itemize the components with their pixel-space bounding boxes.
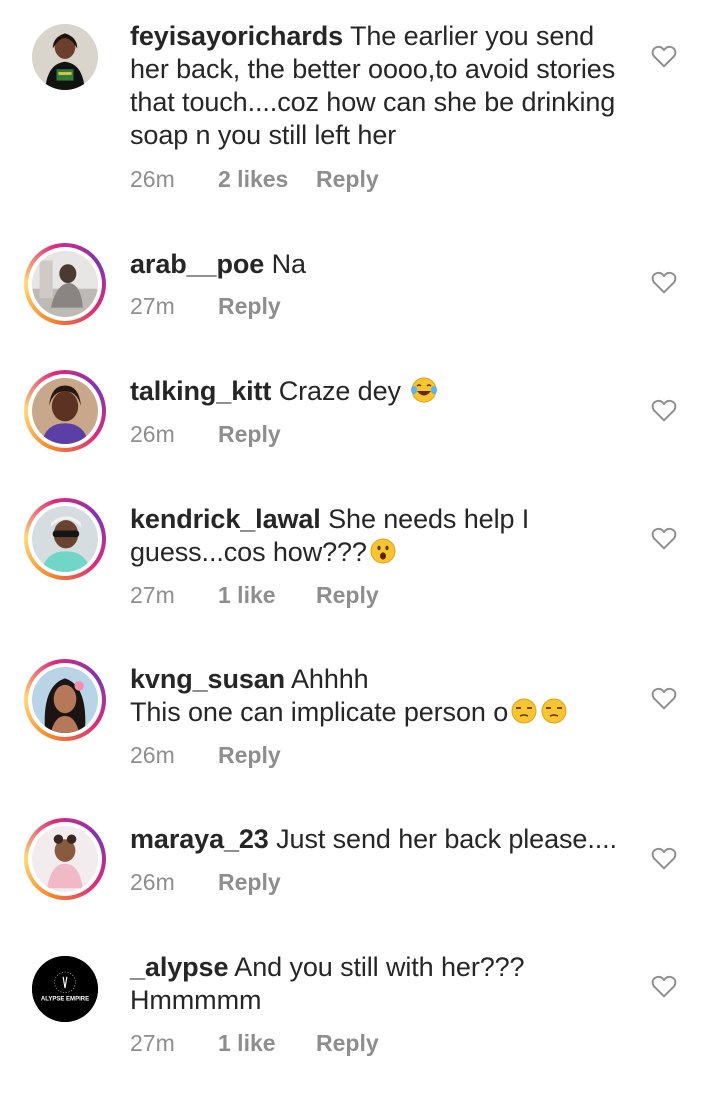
comment-text-line2: This one can implicate person o [130, 697, 509, 727]
comment-username[interactable]: kvng_susan [130, 664, 285, 694]
comment-text-line2: Hmmmmm [130, 985, 262, 1015]
talking-kitt-avatar [32, 378, 98, 444]
heart-outline-icon[interactable] [651, 270, 677, 294]
comment-likes-count[interactable]: 1 like [218, 1030, 316, 1057]
comment-meta: 26m Reply [130, 869, 281, 896]
avatar[interactable] [24, 243, 106, 325]
comment-likes-count[interactable]: 1 like [218, 582, 316, 609]
comment-timestamp: 26m [130, 869, 175, 895]
comment-meta: 27m 1 like Reply [130, 1030, 379, 1057]
unamused-face-emoji [511, 698, 537, 724]
heart-outline-icon[interactable] [651, 686, 677, 710]
comment-username[interactable]: feyisayorichards [130, 21, 343, 51]
avatar-logo-text: ALYPSE EMPIRE [41, 996, 89, 1002]
comment-likes-count[interactable]: 2 likes [218, 166, 316, 193]
heart-outline-icon[interactable] [651, 846, 677, 870]
comment-meta: 26m Reply [130, 742, 281, 769]
maraya-23-avatar [32, 826, 98, 892]
feyisayorichards-avatar [32, 24, 98, 90]
avatar[interactable] [24, 659, 106, 741]
reply-button[interactable]: Reply [218, 742, 281, 769]
reply-button[interactable]: Reply [218, 293, 281, 320]
comment-username[interactable]: arab__poe [130, 249, 264, 279]
comment-timestamp: 27m [130, 582, 175, 608]
comment-timestamp: 26m [130, 742, 175, 768]
comment-text: And you still with her??? [234, 952, 525, 982]
comment-body: _alypse And you still with her??? Hmmmmm [130, 951, 630, 1017]
comment-username[interactable]: maraya_23 [130, 824, 269, 854]
avatar[interactable] [24, 370, 106, 452]
comment-timestamp: 27m [130, 1030, 175, 1056]
comment-meta: 27m Reply [130, 293, 281, 320]
arab-poe-avatar [32, 251, 98, 317]
comment-meta: 27m 1 like Reply [130, 582, 379, 609]
reply-button[interactable]: Reply [218, 869, 281, 896]
comment-meta: 26m 2 likes Reply [130, 166, 379, 193]
comment-username[interactable]: talking_kitt [130, 376, 271, 406]
unamused-face-emoji [541, 698, 567, 724]
comment-body: kvng_susan Ahhhh This one can implicate … [130, 663, 630, 729]
face-with-tears-of-joy-emoji [411, 377, 438, 403]
reply-button[interactable]: Reply [316, 582, 379, 609]
comment-timestamp: 27m [130, 293, 175, 319]
heart-outline-icon[interactable] [651, 974, 677, 998]
kendrick-lawal-avatar [32, 506, 98, 572]
avatar[interactable] [24, 498, 106, 580]
comment-timestamp: 26m [130, 166, 175, 192]
heart-outline-icon[interactable] [651, 398, 677, 422]
comment-body: maraya_23 Just send her back please.... [130, 823, 630, 856]
comment-body: arab__poe Na [130, 248, 630, 281]
avatar[interactable] [24, 818, 106, 900]
comment-text: Na [271, 249, 306, 279]
avatar[interactable] [24, 16, 106, 98]
kvng-susan-avatar [32, 667, 98, 733]
avatar[interactable]: ALYPSE EMPIRE [24, 948, 106, 1030]
comment-username[interactable]: kendrick_lawal [130, 504, 321, 534]
comment-text: Ahhhh [291, 664, 369, 694]
heart-outline-icon[interactable] [651, 526, 677, 550]
heart-outline-icon[interactable] [651, 44, 677, 68]
comment-body: feyisayorichards The earlier you send he… [130, 20, 630, 152]
comment-timestamp: 26m [130, 421, 175, 447]
comment-text: Just send her back please.... [276, 824, 617, 854]
comment-meta: 26m Reply [130, 421, 281, 448]
face-with-open-mouth-emoji [370, 538, 396, 564]
reply-button[interactable]: Reply [316, 166, 379, 193]
reply-button[interactable]: Reply [218, 421, 281, 448]
comment-username[interactable]: _alypse [130, 952, 228, 982]
comment-body: kendrick_lawal She needs help I guess...… [130, 503, 630, 569]
reply-button[interactable]: Reply [316, 1030, 379, 1057]
alypse-avatar: ALYPSE EMPIRE [32, 956, 98, 1022]
comment-text: Craze dey [278, 376, 401, 406]
comment-body: talking_kitt Craze dey [130, 375, 630, 408]
